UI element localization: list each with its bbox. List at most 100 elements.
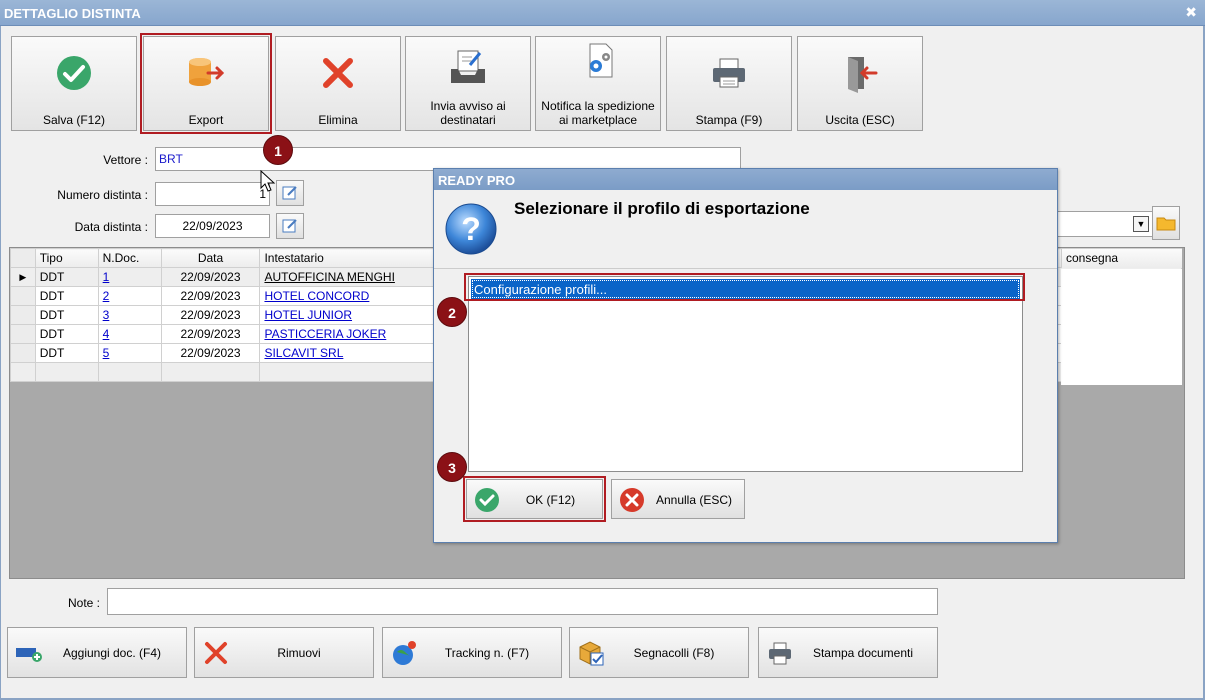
notify-recipients-button[interactable]: Invia avviso ai destinatari	[405, 36, 531, 131]
right-combo-box[interactable]: ▼	[1055, 211, 1153, 237]
cancel-button[interactable]: Annulla (ESC)	[611, 479, 745, 519]
cell-tipo: DDT	[34, 324, 99, 344]
delete-button-label: Elimina	[318, 113, 358, 127]
export-button[interactable]: Export	[140, 33, 272, 134]
folder-button[interactable]	[1152, 206, 1180, 240]
tracking-label: Tracking n. (F7)	[444, 646, 530, 660]
cell-ndoc[interactable]: 2	[97, 286, 162, 306]
doc-link[interactable]: 2	[103, 289, 110, 303]
exit-button-label: Uscita (ESC)	[825, 113, 895, 127]
cell-tipo: DDT	[34, 286, 99, 306]
cancel-circle-icon	[620, 488, 644, 512]
save-button[interactable]: Salva (F12)	[11, 36, 137, 131]
col-ndoc[interactable]: N.Doc.	[97, 248, 162, 268]
print-documents-button[interactable]: Stampa documenti	[758, 627, 938, 678]
export-button-label: Export	[188, 113, 224, 127]
row-selector	[10, 343, 36, 363]
globe-icon	[389, 638, 419, 668]
consegna-column-cells	[1061, 269, 1182, 385]
exit-door-icon	[798, 53, 922, 93]
doc-link[interactable]: 1	[103, 270, 110, 284]
mouse-cursor-icon	[260, 170, 276, 192]
dialog-separator	[434, 268, 1057, 269]
window-frame-left	[0, 26, 1, 700]
printer-icon	[667, 53, 791, 93]
doc-link[interactable]: 3	[103, 308, 110, 322]
remove-label: Rimuovi	[277, 646, 321, 660]
cell-ndoc[interactable]: 3	[97, 305, 162, 325]
step-marker-1: 1	[263, 135, 293, 165]
profile-list[interactable]: Configurazione profili...	[468, 276, 1023, 472]
question-icon: ?	[444, 202, 498, 256]
export-profile-dialog: READY PRO ? Selezionare il profilo di es…	[433, 168, 1058, 543]
print-button[interactable]: Stampa (F9)	[666, 36, 792, 131]
data-distinta-field[interactable]: 22/09/2023	[155, 214, 270, 238]
delete-button[interactable]: Elimina	[275, 36, 401, 131]
add-document-button[interactable]: Aggiungi doc. (F4)	[7, 627, 187, 678]
window-title-bar: DETTAGLIO DISTINTA ✖	[0, 0, 1205, 26]
chevron-down-icon[interactable]: ▼	[1133, 216, 1149, 232]
segnacolli-button[interactable]: Segnacolli (F8)	[569, 627, 749, 678]
row-selector-header	[10, 248, 36, 268]
cell-tipo: DDT	[34, 267, 99, 287]
doc-link[interactable]: 4	[103, 327, 110, 341]
cell-data: 22/09/2023	[160, 286, 261, 306]
segnacolli-label: Segnacolli (F8)	[633, 646, 715, 660]
intestatario-link[interactable]: HOTEL JUNIOR	[264, 308, 352, 322]
check-circle-icon	[475, 488, 499, 512]
cell-ndoc[interactable]: 4	[97, 324, 162, 344]
ok-button[interactable]: OK (F12)	[463, 476, 606, 522]
window-title: DETTAGLIO DISTINTA	[4, 6, 141, 21]
red-x-icon	[201, 638, 231, 668]
notify-marketplace-button-label: Notifica la spedizione ai marketplace	[541, 99, 655, 127]
cell-data: 22/09/2023	[160, 343, 261, 363]
cell-tipo: DDT	[34, 343, 99, 363]
col-consegna[interactable]: consegna	[1061, 249, 1182, 268]
exit-button[interactable]: Uscita (ESC)	[797, 36, 923, 131]
edit-data-button[interactable]	[276, 213, 304, 239]
step-marker-2: 2	[437, 297, 467, 327]
printer-icon	[765, 638, 795, 668]
remove-button[interactable]: Rimuovi	[194, 627, 374, 678]
cell-ndoc[interactable]: 1	[97, 267, 162, 287]
edit-icon	[282, 219, 297, 233]
doc-link[interactable]: 5	[103, 346, 110, 360]
intestatario-link[interactable]: SILCAVIT SRL	[264, 346, 343, 360]
notify-marketplace-button[interactable]: Notifica la spedizione ai marketplace	[535, 36, 661, 131]
intestatario-text[interactable]: AUTOFFICINA MENGHI	[264, 270, 394, 284]
cancel-button-label: Annulla (ESC)	[655, 493, 733, 507]
cell-data: 22/09/2023	[160, 267, 261, 287]
add-document-label: Aggiungi doc. (F4)	[62, 646, 162, 660]
ok-button-label: OK (F12)	[525, 493, 576, 507]
col-tipo[interactable]: Tipo	[34, 248, 99, 268]
current-row-indicator: ▶	[10, 267, 36, 287]
edit-numero-button[interactable]	[276, 180, 304, 206]
cell-ndoc[interactable]: 5	[97, 343, 162, 363]
empty-cell	[160, 362, 261, 382]
print-button-label: Stampa (F9)	[695, 113, 763, 127]
tracking-button[interactable]: Tracking n. (F7)	[382, 627, 562, 678]
empty-cell	[97, 362, 162, 382]
row-selector	[10, 362, 36, 382]
print-documents-label: Stampa documenti	[812, 646, 914, 660]
numero-distinta-field[interactable]: 1	[155, 182, 270, 206]
numero-distinta-label: Numero distinta :	[57, 188, 148, 202]
dialog-message: Selezionare il profilo di esportazione	[514, 199, 810, 218]
notes-label: Note :	[67, 596, 100, 610]
add-document-icon	[14, 638, 44, 668]
edit-icon	[282, 186, 297, 200]
document-gear-icon	[536, 41, 660, 81]
export-database-icon	[144, 53, 268, 93]
notes-field[interactable]	[107, 588, 938, 615]
cell-data: 22/09/2023	[160, 305, 261, 325]
close-icon[interactable]: ✖	[1185, 4, 1197, 21]
svg-text:?: ?	[461, 211, 481, 247]
step-marker-3: 3	[437, 452, 467, 482]
intestatario-link[interactable]: PASTICCERIA JOKER	[264, 327, 386, 341]
package-check-icon	[576, 638, 606, 668]
col-data[interactable]: Data	[160, 248, 261, 268]
empty-cell	[34, 362, 99, 382]
intestatario-link[interactable]: HOTEL CONCORD	[264, 289, 369, 303]
data-distinta-label: Data distinta :	[74, 220, 148, 234]
dialog-title: READY PRO	[434, 169, 1057, 190]
